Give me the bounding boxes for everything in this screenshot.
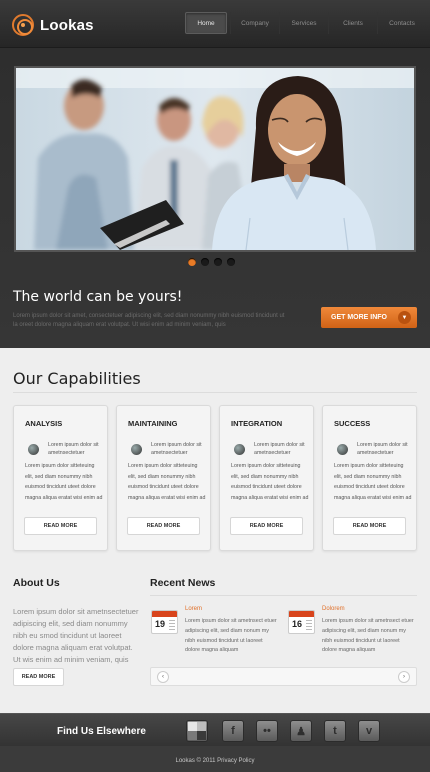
recent-news-title: Recent News xyxy=(150,577,216,589)
about-read-more-button[interactable]: READ MORE xyxy=(13,668,64,686)
card-body: Lorem ipsum dolor sitteteuing elit, sed … xyxy=(231,463,309,501)
site-header: Lookas Home Company Services Clients Con… xyxy=(0,0,430,48)
logo-rings-icon xyxy=(12,14,34,36)
calendar-icon: 19 xyxy=(151,610,178,634)
capability-card-integration: INTEGRATION Lorem ipsum dolor sit ametns… xyxy=(219,405,314,551)
globe-icon xyxy=(131,444,142,455)
logo[interactable]: Lookas xyxy=(12,12,94,38)
globe-icon xyxy=(28,444,39,455)
main-nav: Home Company Services Clients Contacts xyxy=(185,12,426,34)
card-title: INTEGRATION xyxy=(231,419,283,428)
news-prev-button[interactable]: ‹ xyxy=(157,671,169,683)
slider-pagination xyxy=(188,258,240,266)
card-lead: Lorem ipsum dolor sit ametnsectetuer xyxy=(254,442,305,456)
card-body: Lorem ipsum dolor sitteteuing elit, sed … xyxy=(25,463,103,501)
news-next-button[interactable]: › xyxy=(398,671,410,683)
card-title: SUCCESS xyxy=(334,419,371,428)
card-lead: Lorem ipsum dolor sit ametnsectetuer xyxy=(48,442,99,456)
news-body: Lorem ipsum dolor sit ametnsect etuer ad… xyxy=(185,618,277,654)
read-more-button[interactable]: READ MORE xyxy=(24,517,97,535)
logo-text: Lookas xyxy=(40,16,94,34)
news-headline-link[interactable]: Lorem xyxy=(185,606,202,612)
social-band: Find Us Elsewhere f •• ♟ t v xyxy=(0,713,430,746)
card-lead: Lorem ipsum dolor sit ametnsectetuer xyxy=(357,442,408,456)
hero-section: The world can be yours! Lorem ipsum dolo… xyxy=(0,48,430,348)
capability-card-success: SUCCESS Lorem ipsum dolor sit ametnsecte… xyxy=(322,405,417,551)
read-more-button[interactable]: READ MORE xyxy=(230,517,303,535)
site-footer: Find Us Elsewhere f •• ♟ t v Lookas © 20… xyxy=(0,713,430,772)
news-pager: ‹ › xyxy=(150,667,417,686)
nav-item-clients[interactable]: Clients xyxy=(328,12,377,34)
slider-dot-2[interactable] xyxy=(201,258,209,266)
globe-icon xyxy=(337,444,348,455)
card-title: MAINTAINING xyxy=(128,419,178,428)
get-more-info-button[interactable]: GET MORE INFO ▼ xyxy=(321,307,417,328)
news-headline-link[interactable]: Dolorem xyxy=(322,606,345,612)
hero-tagline: The world can be yours! xyxy=(13,289,183,305)
nav-item-company[interactable]: Company xyxy=(230,12,279,34)
news-body: Lorem ipsum dolor sit ametnsect etuer ad… xyxy=(322,618,414,654)
card-title: ANALYSIS xyxy=(25,419,63,428)
hero-slider-image xyxy=(14,66,416,252)
find-us-heading: Find Us Elsewhere xyxy=(57,726,146,737)
card-body: Lorem ipsum dolor sitteteuing elit, sed … xyxy=(128,463,206,501)
cta-label: GET MORE INFO xyxy=(331,314,387,321)
copyright-text: Lookas © 2011 Privacy Policy xyxy=(175,758,255,764)
nav-item-services[interactable]: Services xyxy=(279,12,328,34)
twitter-icon[interactable]: t xyxy=(324,720,346,742)
capability-card-analysis: ANALYSIS Lorem ipsum dolor sit ametnsect… xyxy=(13,405,108,551)
slider-dot-1[interactable] xyxy=(188,258,196,266)
capability-card-maintaining: MAINTAINING Lorem ipsum dolor sit ametns… xyxy=(116,405,211,551)
about-title: About Us xyxy=(13,577,60,589)
news-item: 19 Lorem Lorem ipsum dolor sit ametnsect… xyxy=(151,606,281,661)
slider-dot-4[interactable] xyxy=(227,258,235,266)
facebook-icon[interactable]: f xyxy=(222,720,244,742)
business-team-photo xyxy=(16,68,414,250)
globe-icon xyxy=(234,444,245,455)
vimeo-icon[interactable]: v xyxy=(358,720,380,742)
news-item: 16 Dolorem Lorem ipsum dolor sit ametnse… xyxy=(288,606,418,661)
delicious-icon[interactable] xyxy=(186,720,208,742)
capabilities-title: Our Capabilities xyxy=(13,369,141,388)
read-more-button[interactable]: READ MORE xyxy=(333,517,406,535)
hero-description: Lorem ipsum dolor sit amet, consectetuer… xyxy=(13,313,285,328)
card-lead: Lorem ipsum dolor sit ametnsectetuer xyxy=(151,442,202,456)
slider-dot-3[interactable] xyxy=(214,258,222,266)
chevron-down-icon: ▼ xyxy=(398,311,411,324)
calendar-icon: 16 xyxy=(288,610,315,634)
flickr-icon[interactable]: •• xyxy=(256,720,278,742)
divider xyxy=(150,595,417,596)
card-body: Lorem ipsum dolor sitteteuing elit, sed … xyxy=(334,463,412,501)
read-more-button[interactable]: READ MORE xyxy=(127,517,200,535)
nav-item-contacts[interactable]: Contacts xyxy=(377,12,426,34)
divider xyxy=(13,392,417,393)
myspace-icon[interactable]: ♟ xyxy=(290,720,312,742)
nav-item-home[interactable]: Home xyxy=(185,12,227,34)
